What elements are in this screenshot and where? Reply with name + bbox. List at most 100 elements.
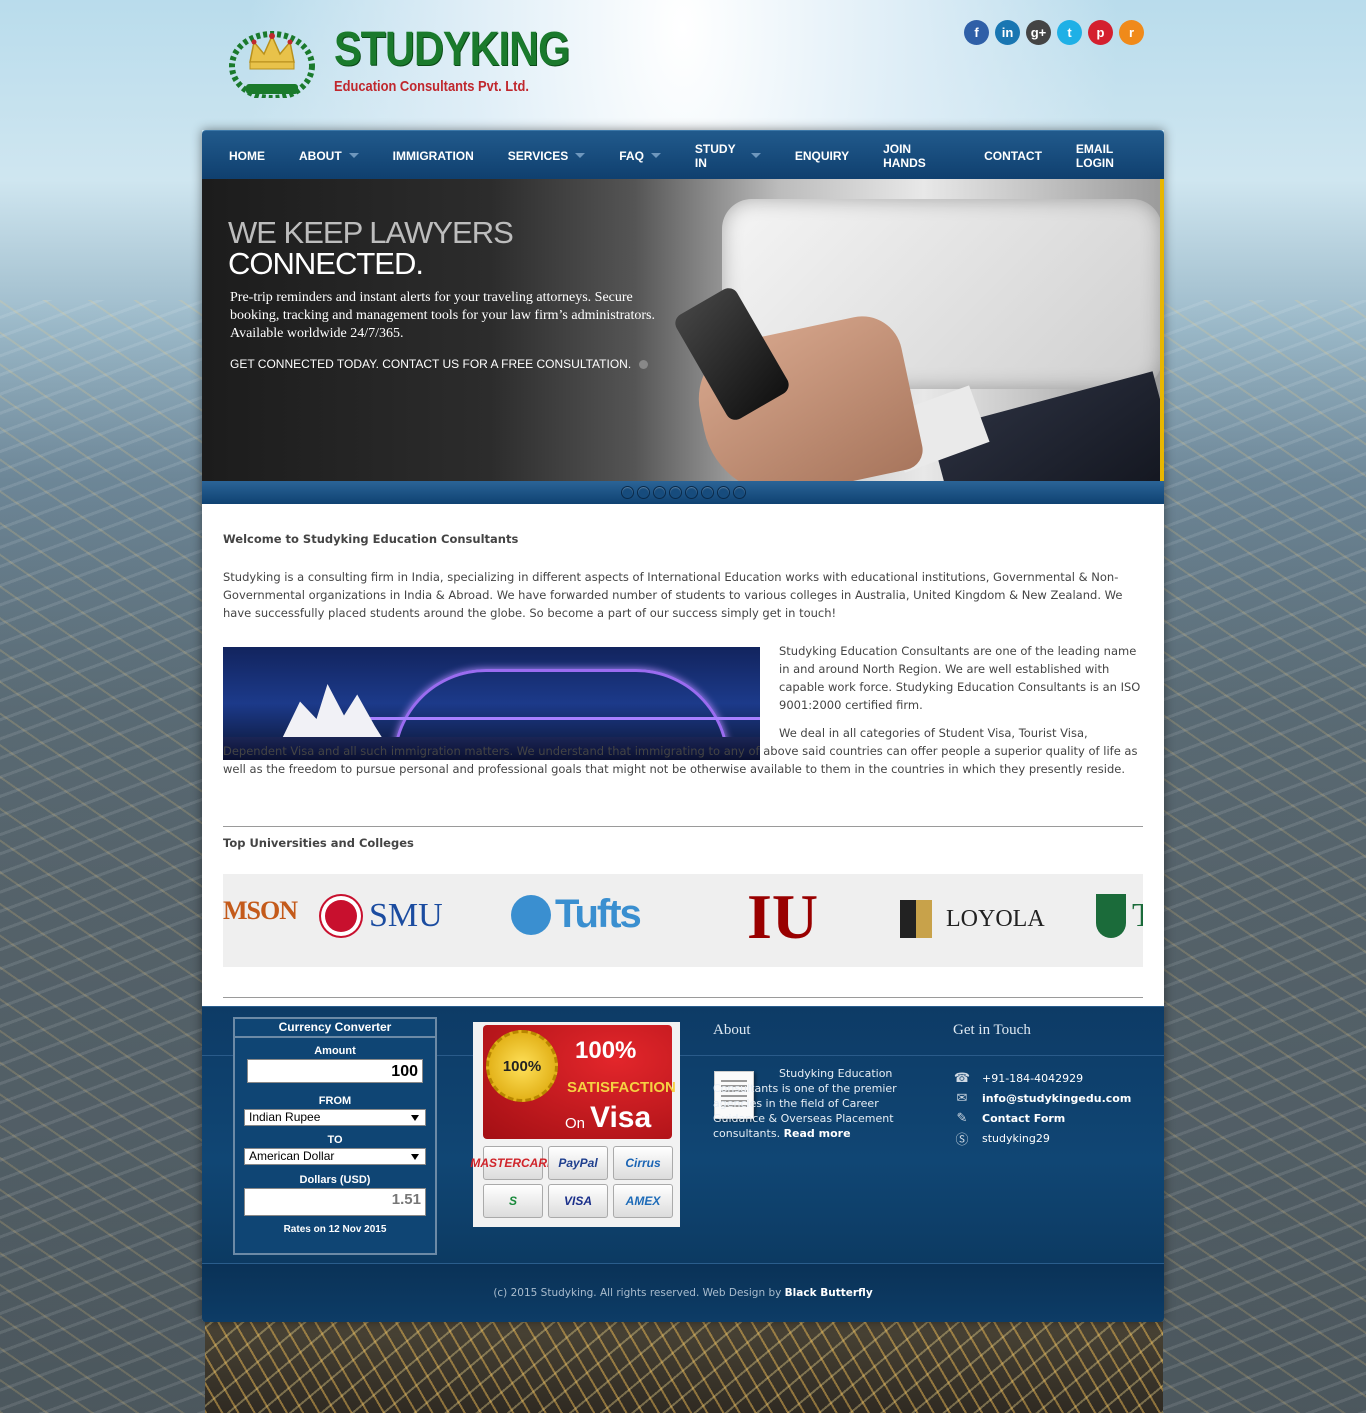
to-currency-select[interactable]: American Dollar [244,1148,426,1165]
nav-item-label: FAQ [619,148,644,163]
social-glyph: g+ [1030,25,1047,40]
slide-accent-edge [1160,179,1164,481]
nav-item-label: STUDY IN [694,141,736,170]
nav-item-label: JOIN HANDS [883,141,926,170]
twitter-icon[interactable]: t [1057,20,1082,45]
slider-dot[interactable] [652,486,666,499]
badge-percent: 100% [575,1037,637,1064]
from-label: FROM [318,1095,352,1107]
from-currency-select[interactable]: Indian Rupee [244,1109,426,1126]
chevron-down-icon [575,153,586,158]
nav-item-enquiry[interactable]: ENQUIRY [778,131,866,180]
arrow-right-icon [639,359,649,369]
uni-logo-smu[interactable]: SMU [321,896,443,936]
social-glyph: r [1128,25,1135,40]
amount-input[interactable]: 100 [247,1059,423,1083]
facebook-icon[interactable]: f [964,20,989,45]
uni-logo-tulane[interactable]: T [1096,894,1143,938]
nav-item-about[interactable]: ABOUT [282,131,376,180]
email-link[interactable]: info@studykingedu.com [982,1092,1131,1105]
main-container: HOME ABOUT IMMIGRATION SERVICES FAQ STUDY IN E… [202,130,1164,1322]
result-output[interactable]: 1.51 [244,1188,426,1216]
phone-number: +91-184-4042929 [982,1071,1084,1085]
payment-card-cirrus: Cirrus [613,1146,673,1180]
uni-name: T [1132,897,1143,934]
contact-email[interactable]: ✉ info@studykingedu.com [953,1088,1132,1108]
pinterest-icon[interactable]: p [1088,20,1113,45]
site-logo[interactable]: STUDYKING Education Consultants Pvt. Ltd… [224,22,570,102]
mail-icon: ✉ [956,1090,968,1106]
google-plus-icon[interactable]: g+ [1026,20,1051,45]
rss-icon[interactable]: r [1119,20,1144,45]
amount-label: Amount [314,1045,356,1057]
nav-item-join-hands[interactable]: JOIN HANDS [866,131,967,180]
payment-card-amex: AMEX [613,1184,673,1218]
chevron-down-icon [411,1154,419,1160]
slide-cta-link[interactable]: GET CONNECTED TODAY. CONTACT US FOR A FR… [230,357,649,371]
visa-paragraph: We deal in all categories of Student Vis… [223,726,1138,776]
rates-date: Rates on 12 Nov 2015 [283,1224,387,1235]
nav-item-contact[interactable]: CONTACT [967,131,1059,180]
uni-logo-tufts[interactable]: Tufts [511,892,642,937]
main-nav: HOME ABOUT IMMIGRATION SERVICES FAQ STUDY IN E… [202,130,1164,180]
uni-name: LOYOLA [946,905,1045,932]
about-text-block: Studyking Education Consultants is one o… [713,1066,903,1141]
hero-slider: WE KEEP LAWYERS CONNECTED. Pre-trip remi… [202,179,1164,481]
skype-icon: Ⓢ [955,1132,969,1148]
uni-logo-loyola[interactable]: LOYOLA [900,900,1045,938]
nav-item-home[interactable]: HOME [212,131,282,180]
designer-link[interactable]: Black Butterfly [785,1287,873,1299]
uni-name: MSON [223,896,298,925]
nav-item-services[interactable]: SERVICES [491,131,602,180]
slider-dot[interactable] [732,486,746,499]
badge-on: On [565,1115,586,1132]
footer: Currency Converter Amount 100 FROM India… [202,1006,1164,1264]
social-glyph: t [1067,25,1072,40]
slider-dot[interactable] [700,486,714,499]
nav-item-study-in[interactable]: STUDY IN [678,131,778,180]
slider-dot[interactable] [684,486,698,499]
nav-item-immigration[interactable]: IMMIGRATION [376,131,491,180]
slider-dot[interactable] [620,486,634,499]
to-currency-value: American Dollar [249,1149,335,1163]
tufts-seal-icon [511,894,551,935]
copyright-bar: (c) 2015 Studyking. All rights reserved.… [202,1263,1164,1322]
linkedin-icon[interactable]: in [995,20,1020,45]
uni-name: IU [747,881,819,952]
chevron-down-icon [411,1115,419,1121]
social-glyph: in [1001,25,1014,40]
brand-name: STUDYKING [334,23,570,76]
welcome-heading: Welcome to Studyking Education Consultan… [223,532,519,546]
social-links: f in g+ t p r [964,20,1144,45]
badge-visa: Visa [590,1101,652,1134]
contact-form[interactable]: ✎ Contact Form [953,1108,1131,1128]
visa-satisfaction-badge: 100% 100% SATISFACTION On Visa MASTERCAR… [470,1022,680,1227]
uni-logo-clemson[interactable]: MSON [223,896,298,926]
smu-seal-icon [321,896,361,936]
slider-dot[interactable] [716,486,730,499]
slider-dot[interactable] [636,486,650,499]
bridge-deck [363,717,760,720]
slider-dot[interactable] [668,486,682,499]
payment-card-s: S [483,1184,543,1218]
contact-phone: ☎ +91-184-4042929 [953,1068,1131,1088]
nav-item-faq[interactable]: FAQ [602,131,678,180]
copyright-text: (c) 2015 Studyking. All rights reserved.… [493,1287,782,1299]
chevron-down-icon [750,153,761,158]
badge-satisfaction: SATISFACTION [567,1079,676,1096]
read-more-link[interactable]: Read more [784,1127,851,1140]
contact-form-link[interactable]: Contact Form [982,1112,1065,1125]
uni-name: SMU [369,897,443,934]
skype-id: studyking29 [982,1131,1050,1145]
pencil-icon: ✎ [956,1110,968,1126]
slide-cta-label: GET CONNECTED TODAY. CONTACT US FOR A FR… [230,357,632,371]
contact-skype: Ⓢ studyking29 [953,1128,1131,1148]
brand-tagline: Education Consultants Pvt. Ltd. [334,78,529,95]
uni-logo-indiana[interactable]: IU [747,880,818,954]
nav-item-email-login[interactable]: EMAIL LOGIN [1059,131,1164,180]
social-glyph: f [974,25,979,40]
nav-item-label: HOME [229,148,265,163]
uni-name: Tufts [555,892,642,936]
divider [223,826,1143,827]
currency-title: Currency Converter [235,1019,435,1038]
